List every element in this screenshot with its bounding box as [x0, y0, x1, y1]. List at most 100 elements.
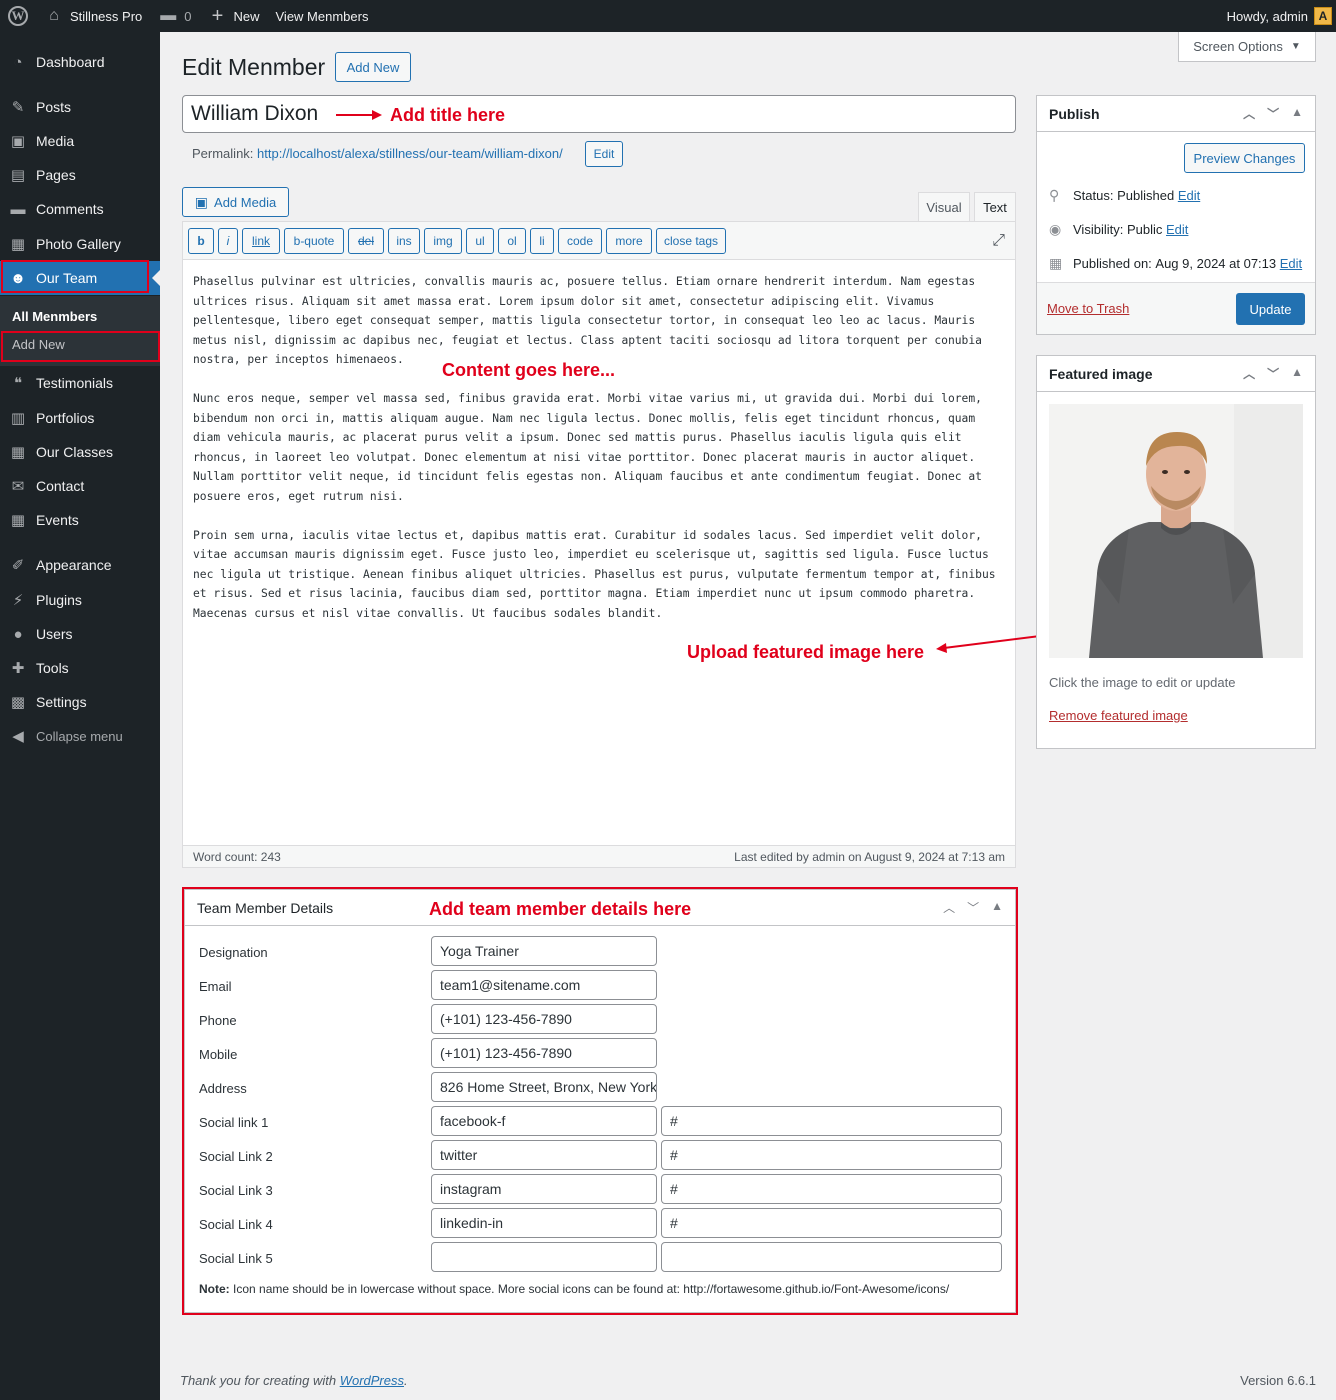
menu-comments[interactable]: ▬ Comments — [0, 192, 160, 226]
tab-visual[interactable]: Visual — [918, 192, 970, 222]
chevron-up-icon[interactable]: ︿ — [1243, 105, 1255, 122]
menu-events[interactable]: ▦ Events — [0, 503, 160, 537]
qt-ol-button[interactable]: ol — [498, 228, 526, 254]
designation-input[interactable]: Yoga Trainer — [431, 936, 657, 966]
menu-users[interactable]: ● Users — [0, 617, 160, 651]
add-media-button[interactable]: ▣ Add Media — [182, 187, 289, 217]
menu-plugins[interactable]: ⚡ Plugins — [0, 583, 160, 617]
edit-permalink-button[interactable]: Edit — [585, 141, 623, 167]
last-edited: Last edited by admin on August 9, 2024 a… — [734, 849, 1005, 864]
qt-link-button[interactable]: link — [242, 228, 280, 254]
social-link-5-icon-input[interactable] — [431, 1242, 657, 1272]
new-content-link[interactable]: + New — [199, 0, 267, 32]
chevron-up-icon[interactable]: ︿ — [943, 899, 955, 916]
social-link-4-icon-input[interactable]: linkedin-in — [431, 1208, 657, 1238]
wordpress-logo-icon: W — [8, 6, 28, 26]
pushpin-icon: ✎ — [11, 99, 25, 116]
menu-appearance[interactable]: ✐ Appearance — [0, 548, 160, 582]
menu-settings[interactable]: ▩ Settings — [0, 685, 160, 719]
social-link-1-icon-input[interactable]: facebook-f — [431, 1106, 657, 1136]
comment-bubble-icon: ▬ — [160, 7, 177, 24]
tab-text[interactable]: Text — [974, 192, 1016, 222]
qt-bold-button[interactable]: b — [188, 228, 214, 254]
edit-date-link[interactable]: Edit — [1280, 256, 1302, 271]
qt-close-tags-button[interactable]: close tags — [656, 228, 726, 254]
qt-li-button[interactable]: li — [530, 228, 554, 254]
social-link-4-url-input[interactable]: # — [661, 1208, 1002, 1238]
post-title-input[interactable]: William Dixon — [182, 95, 1016, 133]
featured-image-thumbnail[interactable] — [1049, 404, 1303, 658]
wp-logo-menu[interactable]: W — [0, 0, 36, 32]
featured-title: Featured image — [1049, 365, 1153, 382]
menu-tools[interactable]: ✚ Tools — [0, 651, 160, 685]
qt-italic-button[interactable]: i — [218, 228, 238, 254]
menu-photo-gallery[interactable]: ▦ Photo Gallery — [0, 227, 160, 261]
social-link-3-label: Social Link 3 — [199, 1183, 273, 1198]
social-link-3-url-input[interactable]: # — [661, 1174, 1002, 1204]
chevron-down-icon[interactable]: ﹀ — [967, 899, 979, 916]
chevron-down-icon[interactable]: ﹀ — [1267, 105, 1279, 122]
grid-icon: ▦ — [10, 444, 26, 461]
menu-media[interactable]: ▣ Media — [0, 124, 160, 158]
qt-bquote-button[interactable]: b-quote — [284, 228, 344, 254]
phone-input[interactable]: (+101) 123-456-7890 — [431, 1004, 657, 1034]
qt-code-button[interactable]: code — [558, 228, 602, 254]
edit-visibility-link[interactable]: Edit — [1166, 222, 1188, 237]
site-name-link[interactable]: ⌂ Stillness Pro — [36, 0, 150, 32]
page-title: Edit Menmber — [182, 54, 326, 80]
fullscreen-icon[interactable]: ⤢ — [992, 232, 1005, 250]
my-account-menu[interactable]: Howdy, admin A — [1219, 0, 1336, 32]
submenu-all-members[interactable]: All Menmbers — [12, 309, 97, 324]
add-new-button[interactable]: Add New — [335, 52, 411, 82]
email-input[interactable]: team1@sitename.com — [431, 970, 657, 1000]
qt-ul-button[interactable]: ul — [466, 228, 494, 254]
menu-our-classes[interactable]: ▦ Our Classes — [0, 435, 160, 469]
update-button[interactable]: Update — [1236, 293, 1305, 325]
content-paragraph: Nunc eros neque, semper vel massa sed, f… — [193, 392, 982, 503]
remove-featured-image-link[interactable]: Remove featured image — [1049, 708, 1188, 723]
qt-img-button[interactable]: img — [424, 228, 462, 254]
social-link-2-icon-input[interactable]: twitter — [431, 1140, 657, 1170]
toggle-triangle-icon[interactable]: ▲ — [1291, 365, 1303, 382]
move-to-trash-link[interactable]: Move to Trash — [1047, 301, 1129, 316]
preview-changes-button[interactable]: Preview Changes — [1184, 143, 1305, 173]
menu-label: Our Classes — [36, 444, 114, 460]
toggle-triangle-icon[interactable]: ▲ — [1291, 105, 1303, 122]
collapse-menu-button[interactable]: ◀ Collapse menu — [0, 719, 160, 753]
menu-portfolios[interactable]: ▥ Portfolios — [0, 401, 160, 435]
social-link-1-url-input[interactable]: # — [661, 1106, 1002, 1136]
editor-textarea[interactable]: Phasellus pulvinar est ultricies, conval… — [193, 272, 1007, 643]
wordpress-link[interactable]: WordPress — [340, 1373, 404, 1388]
menu-label: Comments — [36, 201, 104, 217]
mobile-input[interactable]: (+101) 123-456-7890 — [431, 1038, 657, 1068]
social-link-3-icon-input[interactable]: instagram — [431, 1174, 657, 1204]
portfolio-icon: ▥ — [10, 410, 26, 427]
chevron-up-icon[interactable]: ︿ — [1243, 365, 1255, 382]
social-link-5-url-input[interactable] — [661, 1242, 1002, 1272]
user-icon: ● — [13, 625, 23, 643]
menu-pages[interactable]: ▤ Pages — [0, 158, 160, 192]
qt-del-button[interactable]: del — [348, 228, 384, 254]
menu-our-team[interactable]: ☻ Our Team — [0, 261, 160, 295]
menu-contact[interactable]: ✉ Contact — [0, 469, 160, 503]
submenu-add-new[interactable]: Add New — [12, 337, 65, 352]
social-link-2-url-input[interactable]: # — [661, 1140, 1002, 1170]
menu-posts[interactable]: ✎ Posts — [0, 90, 160, 124]
qt-ins-button[interactable]: ins — [388, 228, 420, 254]
menu-testimonials[interactable]: ❝ Testimonials — [0, 366, 160, 400]
featured-header: Featured image ︿ ﹀ ▲ — [1037, 356, 1315, 392]
status-label: Status: — [1073, 188, 1114, 203]
settings-icon: ▩ — [10, 694, 26, 711]
screen-options-button[interactable]: Screen Options ▼ — [1178, 32, 1316, 62]
chevron-down-icon[interactable]: ﹀ — [1267, 365, 1279, 382]
menu-label: Plugins — [36, 592, 82, 608]
address-input[interactable]: 826 Home Street, Bronx, New York — [431, 1072, 657, 1102]
permalink-url[interactable]: http://localhost/alexa/stillness/our-tea… — [257, 146, 563, 161]
toggle-triangle-icon[interactable]: ▲ — [991, 899, 1003, 916]
menu-dashboard[interactable]: ◔ Dashboard — [0, 45, 160, 79]
permalink-slug: william-dixon — [484, 146, 560, 161]
view-members-link[interactable]: View Menmbers — [268, 0, 377, 32]
qt-more-button[interactable]: more — [606, 228, 652, 254]
comments-link[interactable]: ▬ 0 — [150, 0, 199, 32]
edit-status-link[interactable]: Edit — [1178, 188, 1200, 203]
